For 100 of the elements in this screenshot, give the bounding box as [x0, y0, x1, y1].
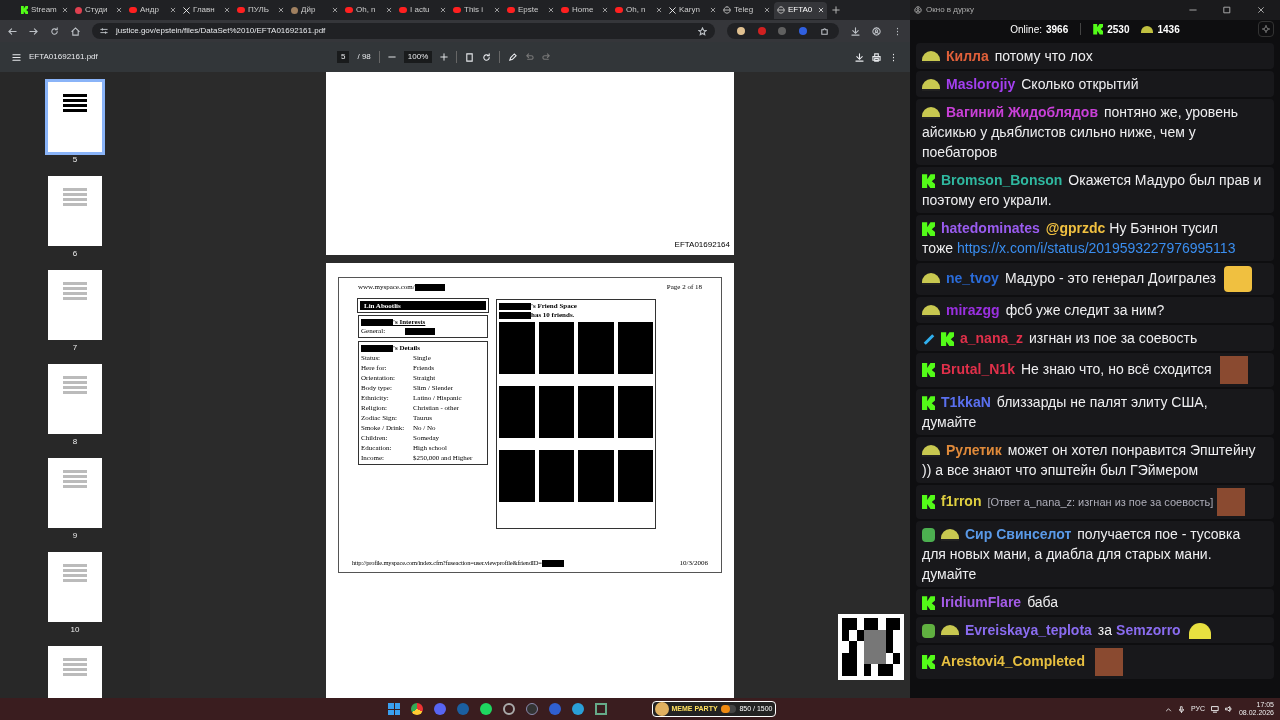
redo-icon[interactable]: [542, 52, 552, 62]
chat-username[interactable]: hatedominates: [941, 220, 1040, 236]
print-icon[interactable]: [872, 52, 881, 62]
browser-icon[interactable]: [411, 703, 424, 715]
close-icon[interactable]: [710, 7, 716, 13]
close-icon[interactable]: [278, 7, 284, 13]
close-icon[interactable]: [602, 7, 608, 13]
page-thumbnail[interactable]: [48, 646, 102, 698]
close-icon[interactable]: [332, 7, 338, 13]
browser-tab[interactable]: Студи: [72, 1, 125, 19]
undo-icon[interactable]: [525, 52, 535, 62]
chat-username[interactable]: IridiumFlare: [941, 594, 1022, 610]
puzzle-icon[interactable]: [819, 26, 829, 36]
close-icon[interactable]: [494, 7, 500, 13]
browser-tab[interactable]: Karyn: [666, 1, 719, 19]
close-icon[interactable]: [224, 7, 230, 13]
messenger-icon[interactable]: [572, 703, 585, 715]
redacted-photo: [538, 386, 574, 438]
browser-tab[interactable]: This i: [450, 1, 503, 19]
reload-icon[interactable]: [50, 26, 59, 36]
browser-tab[interactable]: EFTA0: [774, 1, 827, 19]
display-icon[interactable]: [1210, 705, 1219, 713]
close-icon[interactable]: [386, 7, 392, 13]
browser-tab[interactable]: Главн: [180, 1, 233, 19]
annotate-icon[interactable]: [508, 52, 518, 62]
close-icon[interactable]: [1257, 6, 1265, 14]
chat-username[interactable]: Рулетик: [946, 442, 1002, 458]
chat-username[interactable]: Evreiskaya_teplota: [965, 622, 1092, 638]
chat-username[interactable]: ne_tvoy: [946, 269, 999, 286]
media-player-icon[interactable]: [549, 703, 562, 715]
home-icon[interactable]: [71, 26, 80, 36]
chat-username[interactable]: Вагиний Жидоблядов: [946, 104, 1098, 120]
browser-tab[interactable]: Teleg: [720, 1, 773, 19]
menu-icon[interactable]: [12, 52, 21, 62]
volume-icon[interactable]: [1224, 705, 1233, 713]
online-count: 3966: [1045, 22, 1069, 37]
chat-username[interactable]: f1rron: [941, 492, 982, 509]
microphone-icon[interactable]: [1177, 705, 1185, 713]
close-icon[interactable]: [116, 7, 122, 13]
fit-page-icon[interactable]: [465, 52, 475, 62]
page-thumbnail[interactable]: [48, 364, 102, 434]
app-icon[interactable]: [526, 703, 539, 715]
download-icon[interactable]: [851, 26, 860, 36]
page-thumbnail[interactable]: [48, 458, 102, 528]
browser-tab[interactable]: Stream: [18, 1, 71, 19]
site-settings-icon[interactable]: [100, 27, 108, 35]
chat-app-icon[interactable]: [434, 703, 447, 715]
close-icon[interactable]: [656, 7, 662, 13]
browser-tab[interactable]: Home: [558, 1, 611, 19]
browser-tab[interactable]: I actu: [396, 1, 449, 19]
bookmark-star-icon[interactable]: [698, 26, 707, 36]
forward-icon[interactable]: [29, 26, 38, 36]
music-app-icon[interactable]: [480, 703, 493, 715]
page-thumbnail[interactable]: [48, 270, 102, 340]
x-logo-icon: [183, 6, 190, 14]
chat-username[interactable]: Сир Свинселот: [965, 526, 1072, 542]
browser-tab[interactable]: ПУЛЬ: [234, 1, 287, 19]
page-thumbnail[interactable]: [48, 82, 102, 152]
browser-tab[interactable]: Дйр: [288, 1, 341, 19]
close-icon[interactable]: [764, 7, 770, 13]
profile-icon[interactable]: [872, 26, 881, 36]
mention-link[interactable]: Semzorro: [1116, 622, 1181, 638]
browser-tab[interactable]: Epste: [504, 1, 557, 19]
page-thumbnail[interactable]: [48, 176, 102, 246]
chat-username[interactable]: Bromson_Bonson: [941, 172, 1063, 188]
browser-tab[interactable]: Андр: [126, 1, 179, 19]
page-number-field[interactable]: 5: [337, 51, 350, 63]
chat-username[interactable]: a_nana_z: [960, 330, 1024, 346]
new-tab-icon[interactable]: [832, 6, 840, 14]
back-icon[interactable]: [8, 26, 17, 36]
zoom-field[interactable]: 100%: [403, 51, 433, 63]
minimize-icon[interactable]: [1189, 6, 1197, 14]
video-icon: [507, 7, 515, 13]
zoom-in-icon[interactable]: [440, 53, 449, 61]
chat-username[interactable]: T1kkaN: [941, 394, 991, 410]
url-link[interactable]: https://x.com/i/status/2019593227976995113: [957, 240, 1236, 256]
close-icon[interactable]: [62, 7, 68, 13]
close-icon[interactable]: [548, 7, 554, 13]
close-icon[interactable]: [440, 7, 446, 13]
rotate-icon[interactable]: [482, 52, 492, 62]
chat-username[interactable]: Arestovi4_Completed: [941, 652, 1085, 669]
chat-username[interactable]: Brutal_N1k: [941, 360, 1015, 377]
chat-message: Maslorojiy Сколько открытий: [922, 74, 1268, 94]
address-bar[interactable]: justice.gov/epstein/files/DataSet%2010/EFTA01692161.pdf: [92, 23, 715, 39]
close-icon[interactable]: [170, 7, 176, 13]
chevron-up-icon[interactable]: [1164, 705, 1172, 713]
chat-username[interactable]: Килла: [946, 48, 989, 64]
settings-icon[interactable]: [1258, 21, 1274, 37]
extension-icon[interactable]: [737, 27, 746, 35]
page-thumbnail[interactable]: [48, 552, 102, 622]
recorder-icon[interactable]: [503, 703, 516, 715]
k-logo-icon: [922, 363, 935, 377]
browser-tab[interactable]: Oh, n: [612, 1, 665, 19]
app-icon[interactable]: [595, 703, 608, 715]
zoom-out-icon[interactable]: [387, 53, 396, 61]
mention-link[interactable]: @gprzdc: [1045, 220, 1106, 236]
browser-tab[interactable]: Oh, n: [342, 1, 395, 19]
maximize-icon[interactable]: [1223, 6, 1231, 14]
chat-username[interactable]: Maslorojiy: [946, 76, 1016, 92]
start-icon[interactable]: [388, 703, 401, 715]
